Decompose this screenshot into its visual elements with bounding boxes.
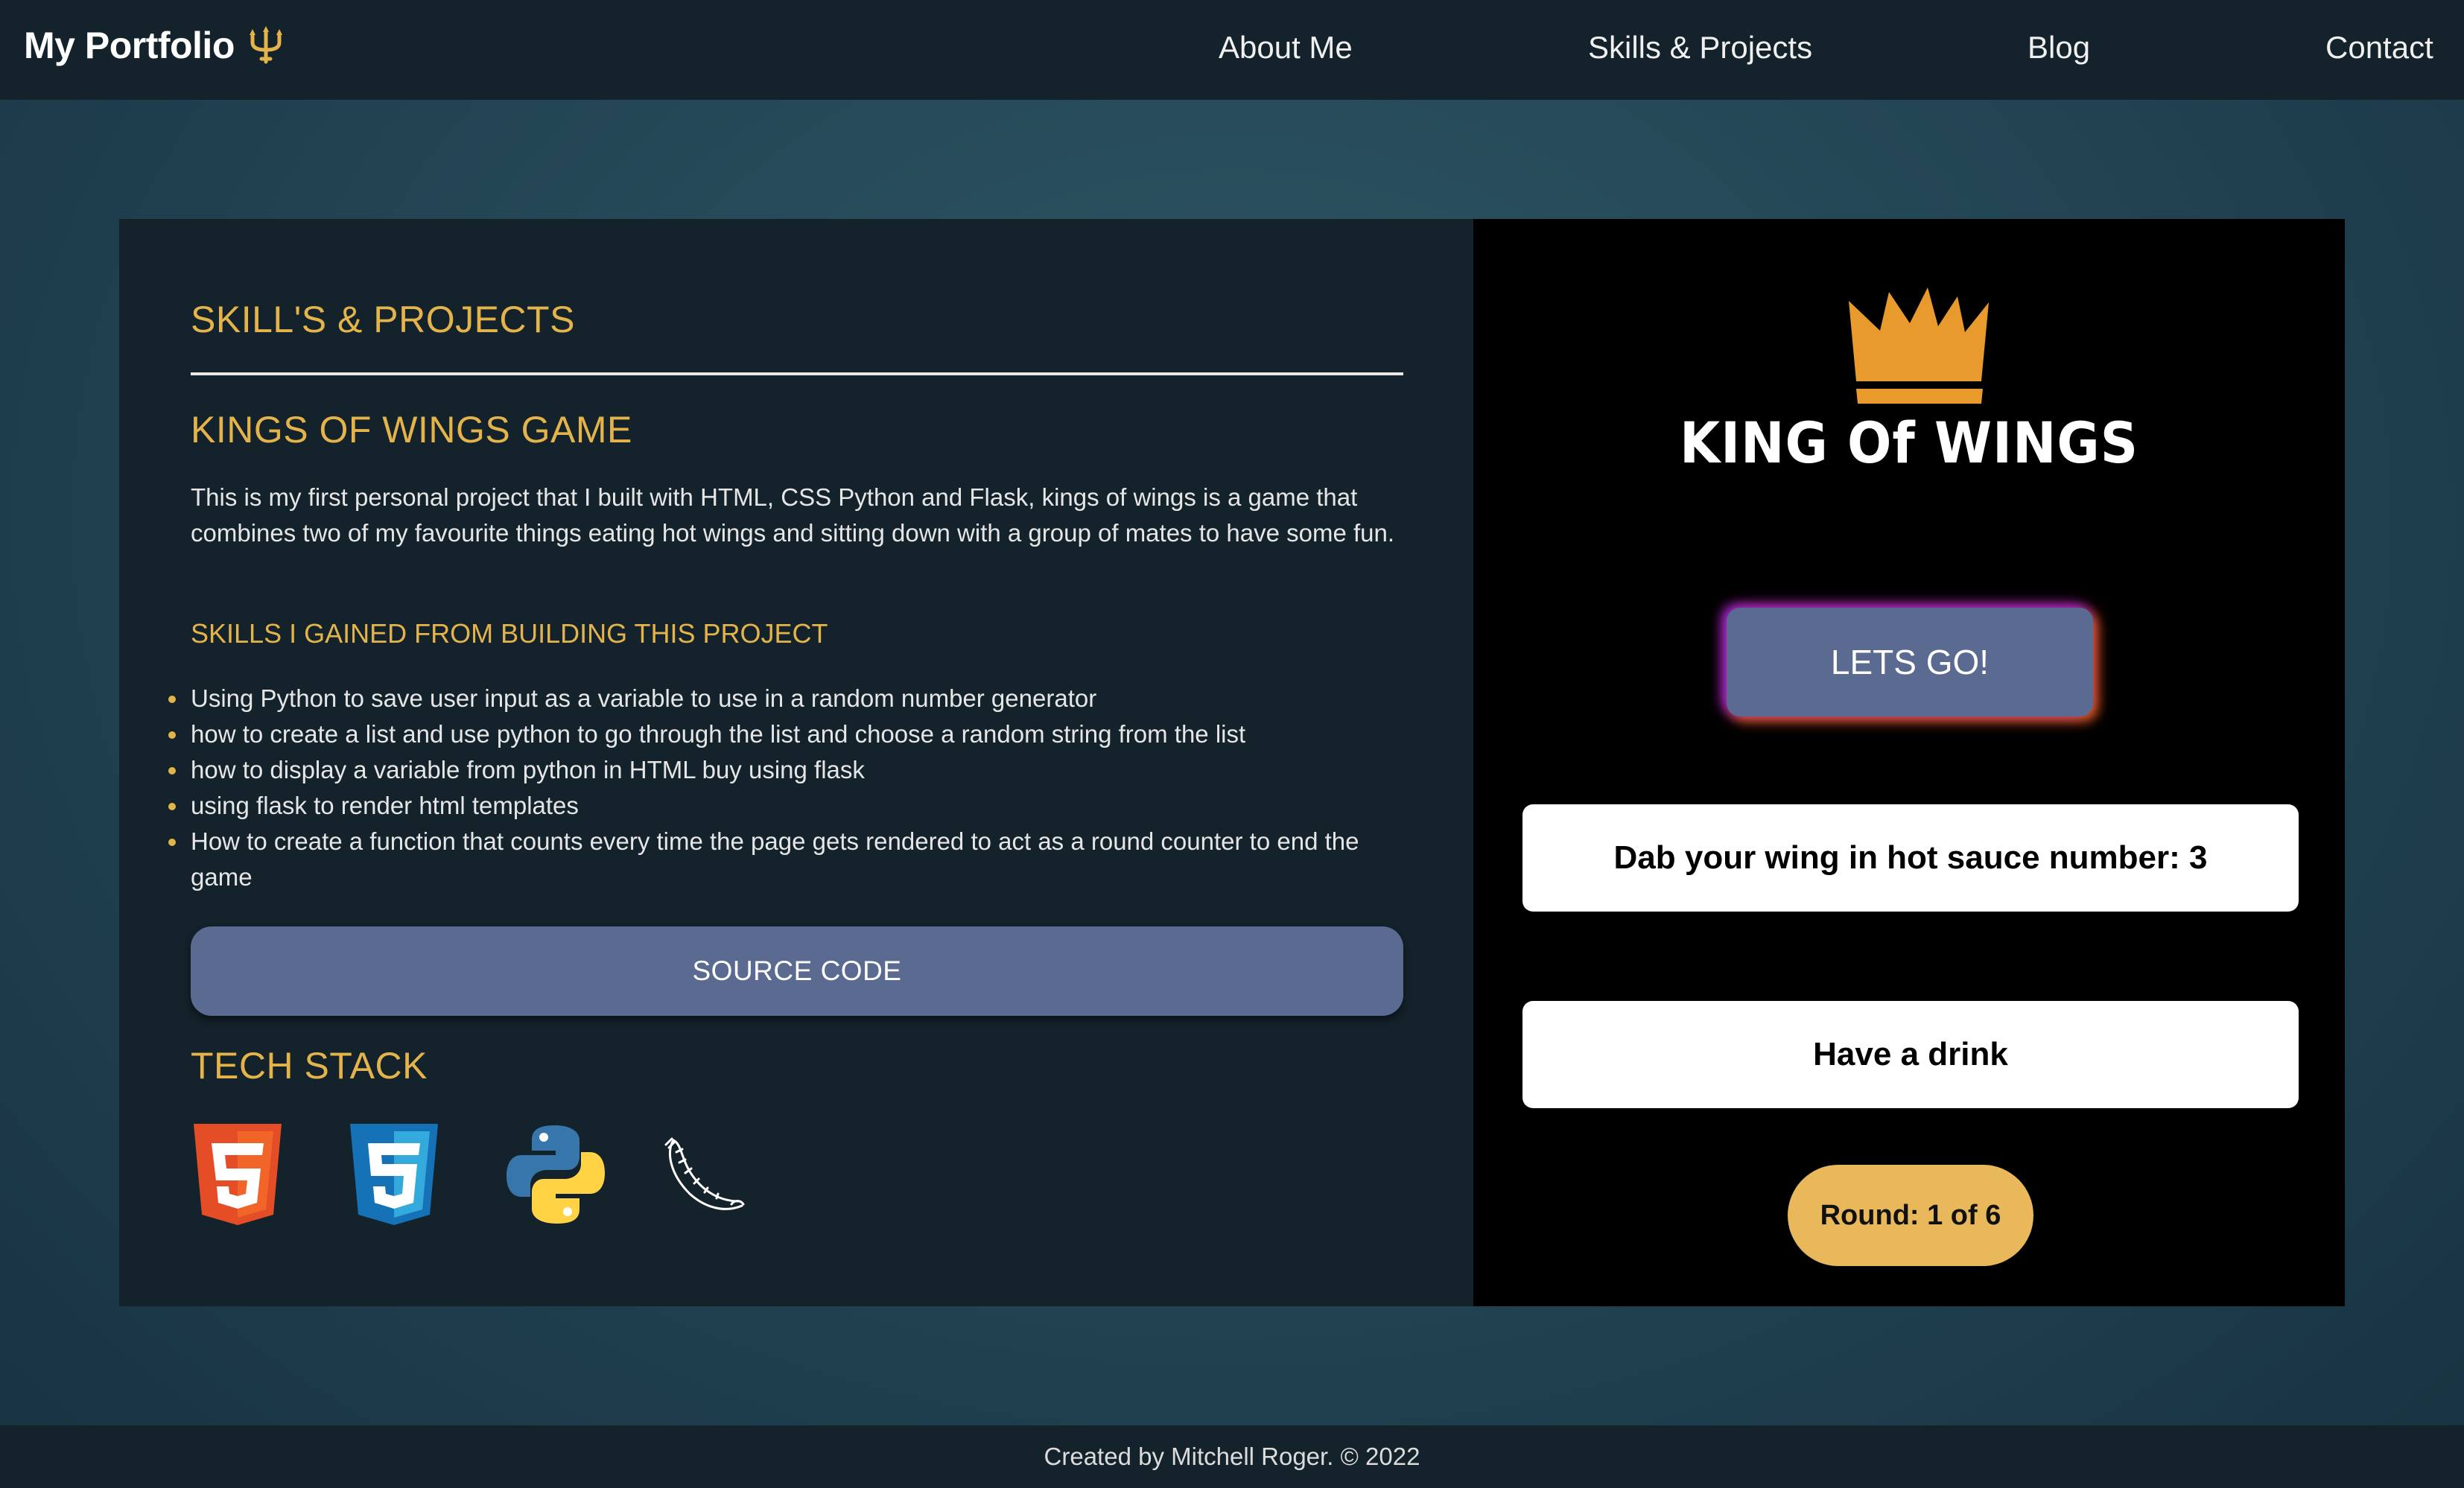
css3-icon (347, 1119, 504, 1230)
nav-link-about-me[interactable]: About Me (1219, 30, 1353, 66)
page-footer: Created by Mitchell Roger. © 2022 (0, 1425, 2464, 1488)
skills-gained-title: SKILLS I GAINED FROM BUILDING THIS PROJE… (191, 618, 828, 649)
project-title: KINGS OF WINGS GAME (191, 409, 632, 451)
python-icon (504, 1119, 660, 1230)
lets-go-button[interactable]: LETS GO! (1727, 608, 2093, 716)
nav-link-blog[interactable]: Blog (2028, 30, 2090, 66)
html5-icon (191, 1119, 347, 1230)
game-preview-panel: KING Of WINGS LETS GO! Dab your wing in … (1473, 219, 2345, 1306)
round-counter-text: Round: 1 of 6 (1820, 1199, 2001, 1231)
crown-icon (1849, 287, 1989, 404)
trident-icon (249, 26, 282, 64)
project-details-panel: SKILL'S & PROJECTS KINGS OF WINGS GAME T… (119, 219, 1473, 1306)
skill-item: How to create a function that counts eve… (168, 824, 1412, 895)
project-description: This is my first personal project that I… (191, 483, 1395, 547)
result-card-drink: Have a drink (1522, 1001, 2299, 1108)
result-text: Have a drink (1813, 1036, 2008, 1072)
nav-link-skills-projects[interactable]: Skills & Projects (1588, 30, 1812, 66)
brand[interactable]: My Portfolio (24, 24, 287, 67)
tech-stack-icons (191, 1119, 816, 1230)
skill-item: using flask to render html templates (168, 788, 1412, 824)
top-navbar: My Portfolio About Me Skills & Projects … (0, 0, 2464, 100)
game-logo-text: KING Of WINGS (1679, 410, 2138, 476)
flask-icon (660, 1119, 816, 1230)
skills-list: Using Python to save user input as a var… (168, 681, 1412, 895)
skill-item: Using Python to save user input as a var… (168, 681, 1412, 716)
brand-title[interactable]: My Portfolio (24, 24, 235, 67)
project-card: SKILL'S & PROJECTS KINGS OF WINGS GAME T… (119, 219, 2345, 1306)
section-title: SKILL'S & PROJECTS (191, 299, 575, 340)
result-text: Dab your wing in hot sauce number: 3 (1613, 839, 2208, 876)
source-code-button[interactable]: SOURCE CODE (191, 926, 1403, 1016)
footer-credit: Created by Mitchell Roger. © 2022 (1044, 1443, 1420, 1470)
section-divider (191, 372, 1403, 375)
tech-stack-title: TECH STACK (191, 1045, 428, 1087)
skill-item: how to create a list and use python to g… (168, 716, 1412, 752)
result-card-hot-sauce: Dab your wing in hot sauce number: 3 (1522, 804, 2299, 912)
skill-item: how to display a variable from python in… (168, 752, 1412, 788)
nav-link-contact[interactable]: Contact (2325, 30, 2433, 66)
round-counter-badge: Round: 1 of 6 (1788, 1165, 2033, 1266)
